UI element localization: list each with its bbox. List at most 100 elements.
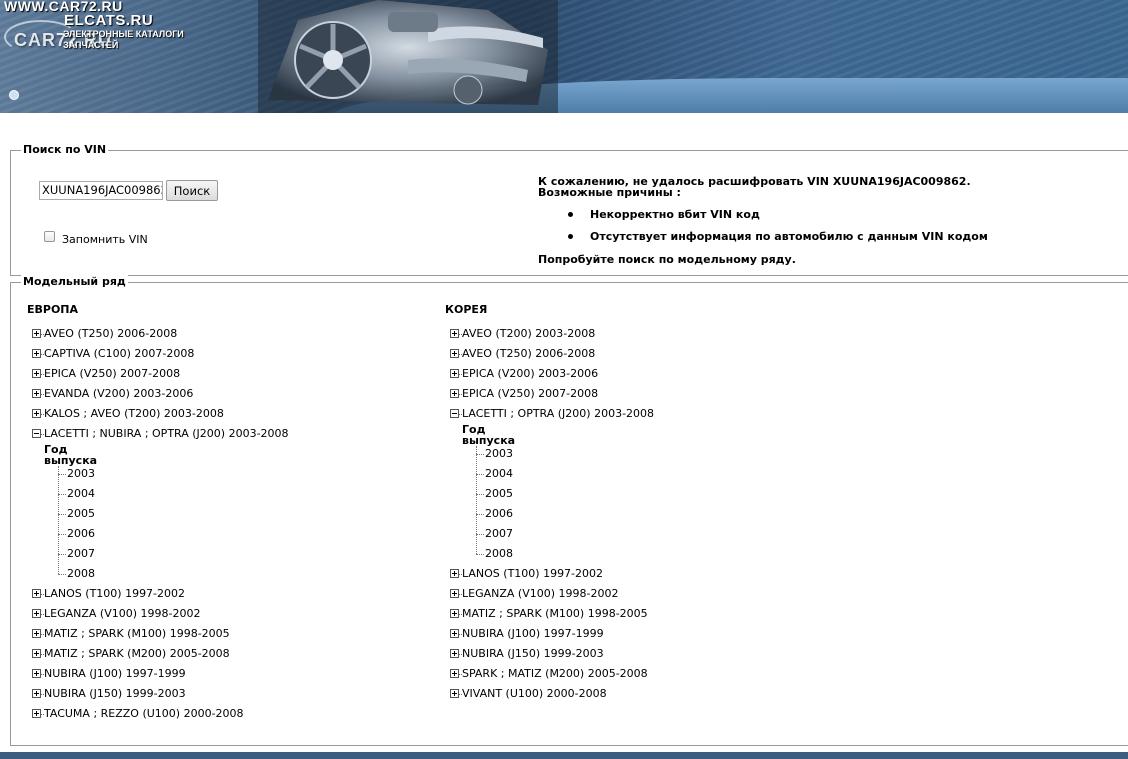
tree-connector <box>58 514 66 515</box>
expand-icon[interactable] <box>32 349 41 358</box>
brand-logo[interactable]: ELCATS.RU <box>64 12 153 29</box>
year-label[interactable]: 2008 <box>67 567 95 580</box>
model-label[interactable]: LANOS (T100) 1997-2002 <box>44 588 185 600</box>
model-label[interactable]: LANOS (T100) 1997-2002 <box>462 568 603 580</box>
expand-icon[interactable] <box>450 329 459 338</box>
expand-icon[interactable] <box>450 589 459 598</box>
tree-connector <box>476 474 484 475</box>
model-label[interactable]: NUBIRA (J150) 1999-2003 <box>462 648 604 660</box>
model-label[interactable]: TACUMA ; REZZO (U100) 2000-2008 <box>44 708 244 720</box>
expand-icon[interactable] <box>32 389 41 398</box>
vin-error-message: К сожалению, не удалось расшифровать VIN… <box>538 176 988 265</box>
year-tree-line <box>58 466 59 574</box>
year-link[interactable]: 2008 <box>476 547 513 560</box>
gear-icon[interactable] <box>9 90 19 100</box>
model-label[interactable]: AVEO (T250) 2006-2008 <box>462 348 595 360</box>
model-label[interactable]: EPICA (V200) 2003-2006 <box>462 368 598 380</box>
year-header: Год выпуска <box>44 444 97 466</box>
search-button[interactable]: Поиск <box>166 180 218 201</box>
expand-icon[interactable] <box>32 709 41 718</box>
expand-icon[interactable] <box>32 409 41 418</box>
model-label[interactable]: EVANDA (V200) 2003-2006 <box>44 388 193 400</box>
expand-icon[interactable] <box>32 669 41 678</box>
year-link[interactable]: 2008 <box>58 567 95 580</box>
expand-icon[interactable] <box>32 589 41 598</box>
expand-icon[interactable] <box>450 369 459 378</box>
collapse-icon[interactable] <box>450 409 459 418</box>
brand-tagline: ЭЛЕКТРОННЫЕ КАТАЛОГИ ЗАПЧАСТЕЙ <box>63 29 184 50</box>
expand-icon[interactable] <box>32 689 41 698</box>
year-label[interactable]: 2007 <box>485 527 513 540</box>
year-label[interactable]: 2003 <box>485 447 513 460</box>
expand-icon[interactable] <box>450 389 459 398</box>
expand-icon[interactable] <box>450 569 459 578</box>
reason-item: Отсутствует информация по автомобилю с д… <box>568 231 988 242</box>
expand-icon[interactable] <box>32 629 41 638</box>
model-label[interactable]: CAPTIVA (C100) 2007-2008 <box>44 348 194 360</box>
expand-icon[interactable] <box>32 609 41 618</box>
year-link[interactable]: 2005 <box>58 507 95 520</box>
model-label[interactable]: EPICA (V250) 2007-2008 <box>44 368 180 380</box>
year-link[interactable]: 2004 <box>476 467 513 480</box>
year-label[interactable]: 2004 <box>67 487 95 500</box>
collapse-icon[interactable] <box>32 429 41 438</box>
reasons-title: Возможные причины : <box>538 186 681 199</box>
year-tree-line <box>476 446 477 554</box>
expand-icon[interactable] <box>450 629 459 638</box>
expand-icon[interactable] <box>450 689 459 698</box>
remember-vin-checkbox[interactable] <box>44 231 55 242</box>
year-label[interactable]: 2006 <box>485 507 513 520</box>
year-label[interactable]: 2003 <box>67 467 95 480</box>
model-label[interactable]: VIVANT (U100) 2000-2008 <box>462 688 607 700</box>
vin-input[interactable]: XUUNA196JAC009862 <box>39 181 163 200</box>
year-label[interactable]: 2005 <box>485 487 513 500</box>
year-header-line2: выпуска <box>44 454 98 467</box>
year-link[interactable]: 2007 <box>58 547 95 560</box>
year-label[interactable]: 2004 <box>485 467 513 480</box>
year-link[interactable]: 2006 <box>58 527 95 540</box>
model-label[interactable]: SPARK ; MATIZ (M200) 2005-2008 <box>462 668 648 680</box>
expand-icon[interactable] <box>450 609 459 618</box>
remember-vin-label[interactable]: Запомнить VIN <box>62 233 148 246</box>
model-label[interactable]: LACETTI ; NUBIRA ; OPTRA (J200) 2003-200… <box>44 428 289 440</box>
model-label[interactable]: NUBIRA (J150) 1999-2003 <box>44 688 186 700</box>
year-header: Год выпуска <box>462 424 515 446</box>
expand-icon[interactable] <box>32 649 41 658</box>
expand-icon[interactable] <box>450 669 459 678</box>
model-label[interactable]: MATIZ ; SPARK (M200) 2005-2008 <box>44 648 230 660</box>
year-label[interactable]: 2008 <box>485 547 513 560</box>
year-label[interactable]: 2006 <box>67 527 95 540</box>
tree-connector <box>476 554 484 555</box>
expand-icon[interactable] <box>32 369 41 378</box>
expand-icon[interactable] <box>32 329 41 338</box>
year-link[interactable]: 2004 <box>58 487 95 500</box>
expand-icon[interactable] <box>450 349 459 358</box>
year-link[interactable]: 2003 <box>476 447 513 460</box>
tree-connector <box>58 554 66 555</box>
model-label[interactable]: LEGANZA (V100) 1998-2002 <box>44 608 200 620</box>
model-label[interactable]: NUBIRA (J100) 1997-1999 <box>44 668 186 680</box>
model-label[interactable]: MATIZ ; SPARK (M100) 1998-2005 <box>462 608 648 620</box>
model-label[interactable]: NUBIRA (J100) 1997-1999 <box>462 628 604 640</box>
model-label[interactable]: KALOS ; AVEO (T200) 2003-2008 <box>44 408 224 420</box>
year-link[interactable]: 2006 <box>476 507 513 520</box>
model-label[interactable]: MATIZ ; SPARK (M100) 1998-2005 <box>44 628 230 640</box>
tree-connector <box>476 454 484 455</box>
model-label[interactable]: EPICA (V250) 2007-2008 <box>462 388 598 400</box>
reason-text: Некорректно вбит VIN код <box>590 208 760 221</box>
year-link[interactable]: 2003 <box>58 467 95 480</box>
model-label[interactable]: AVEO (T200) 2003-2008 <box>462 328 595 340</box>
reason-item: Некорректно вбит VIN код <box>568 208 760 221</box>
model-label[interactable]: LEGANZA (V100) 1998-2002 <box>462 588 618 600</box>
model-label[interactable]: AVEO (T250) 2006-2008 <box>44 328 177 340</box>
suggestion-text: Попробуйте поиск по модельному ряду. <box>538 253 796 266</box>
engine-image <box>258 0 558 113</box>
year-label[interactable]: 2005 <box>67 507 95 520</box>
year-link[interactable]: 2005 <box>476 487 513 500</box>
year-label[interactable]: 2007 <box>67 547 95 560</box>
tree-connector <box>58 494 66 495</box>
year-header-line2: выпуска <box>462 434 516 447</box>
expand-icon[interactable] <box>450 649 459 658</box>
model-label[interactable]: LACETTI ; OPTRA (J200) 2003-2008 <box>462 408 654 420</box>
year-link[interactable]: 2007 <box>476 527 513 540</box>
